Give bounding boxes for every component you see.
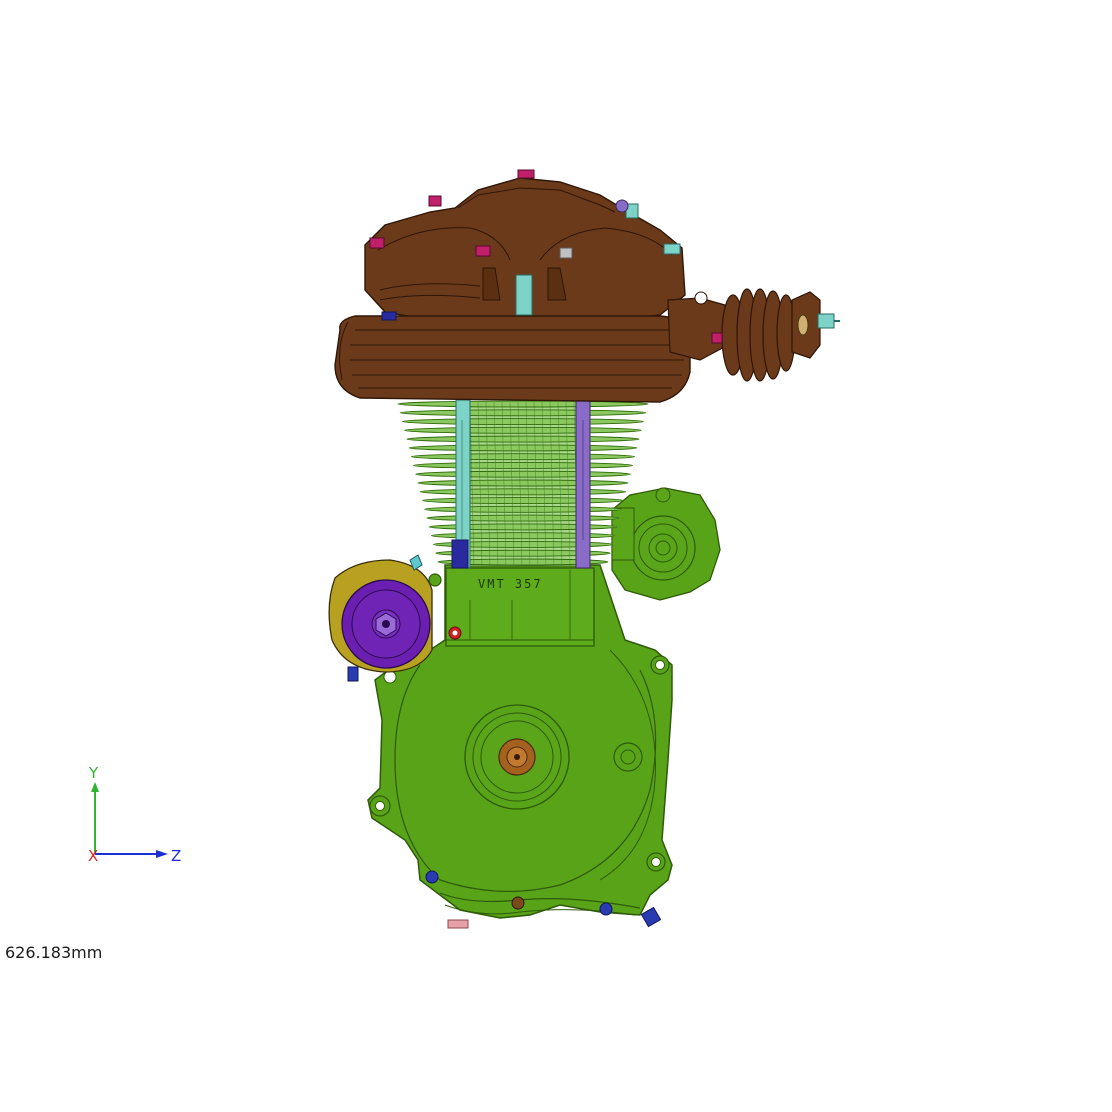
z-axis-label: Z [171,847,181,865]
timing-cover[interactable] [611,487,721,601]
inlet-bellows[interactable] [721,288,840,382]
cooling-fin [417,479,629,487]
cylinder-barrel[interactable] [397,400,649,567]
cooling-fin [406,435,640,443]
cooling-fin [399,409,647,417]
cooling-fin [413,461,633,469]
x-axis-label: X [88,847,98,865]
y-axis-label: Y [88,764,99,782]
cooling-fin [424,505,622,513]
cooling-fin [421,497,625,505]
cooling-fin [410,453,636,461]
cooling-fin [415,470,631,478]
magneto[interactable] [328,554,433,673]
scale-readout: 626.183mm [5,943,103,962]
part-engraving: VMT 357 [478,577,543,591]
cooling-fin [408,444,638,452]
engine-model[interactable]: VMT 357 [0,0,1112,1112]
axis-triad: Y X Z [88,764,181,865]
cad-viewport[interactable]: VMT 357 Y X Z 626.183mm [0,0,1112,1112]
cooling-fin [401,418,645,426]
cooling-fin [419,488,627,496]
cooling-fin [404,426,642,434]
